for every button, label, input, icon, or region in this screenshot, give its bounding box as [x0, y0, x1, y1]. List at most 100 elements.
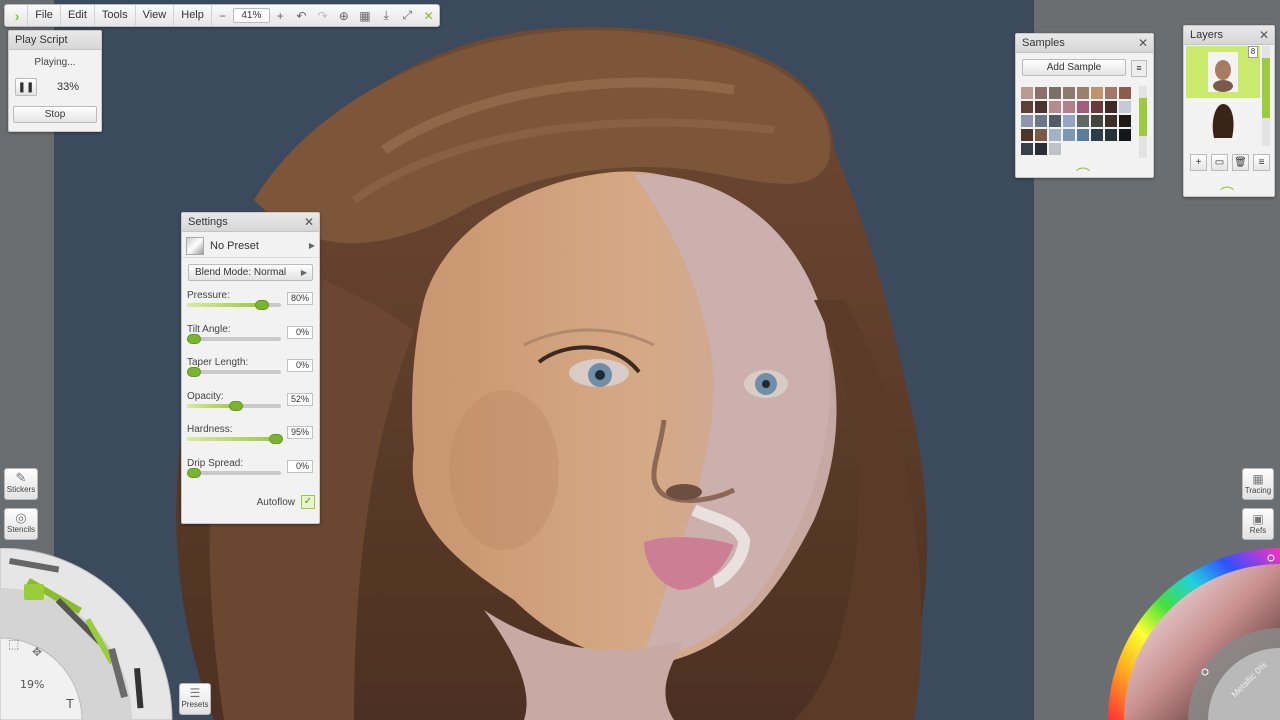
text-tool-icon[interactable]: T — [66, 696, 74, 711]
panel-grip-icon[interactable]: ︵ — [1220, 174, 1234, 194]
pause-button[interactable]: ❚❚ — [15, 78, 37, 96]
color-swatch[interactable] — [1034, 114, 1048, 128]
zoom-in-button[interactable]: + — [270, 5, 291, 26]
app-logo-icon[interactable]: › — [7, 5, 29, 26]
add-sample-button[interactable]: Add Sample — [1022, 59, 1126, 76]
autoflow-checkbox[interactable]: ✓ — [301, 495, 315, 509]
color-swatch[interactable] — [1048, 128, 1062, 142]
color-swatch[interactable] — [1062, 100, 1076, 114]
blend-mode-button[interactable]: Blend Mode: Normal ▶ — [188, 264, 313, 281]
slider-value[interactable]: 0% — [287, 325, 313, 339]
preset-selector[interactable]: No Preset ▶ — [182, 234, 319, 258]
undo-icon[interactable]: ↶ — [291, 5, 312, 26]
samples-menu-icon[interactable]: ≡ — [1131, 60, 1147, 77]
slider-value[interactable]: 0% — [287, 359, 313, 372]
slider-knob[interactable] — [269, 434, 284, 444]
stop-button[interactable]: Stop — [13, 106, 97, 123]
color-swatch[interactable] — [1034, 128, 1048, 142]
hardness-slider[interactable]: Hardness: 95% — [182, 423, 319, 457]
color-swatch[interactable] — [1118, 100, 1132, 114]
download-icon[interactable]: ⤓ — [376, 5, 397, 26]
color-swatch[interactable] — [1090, 86, 1104, 100]
slider-value[interactable]: 95% — [287, 426, 313, 439]
slider-track[interactable] — [187, 300, 281, 310]
color-swatch[interactable] — [1090, 114, 1104, 128]
color-swatch[interactable] — [1076, 100, 1090, 114]
color-swatch[interactable] — [1020, 128, 1034, 142]
tracing-button[interactable]: ▦ Tracing — [1242, 468, 1274, 500]
pressure-slider[interactable]: Pressure: 80% — [182, 289, 319, 323]
color-swatch[interactable] — [1118, 86, 1132, 100]
menu-edit[interactable]: Edit — [61, 5, 95, 26]
color-swatch[interactable] — [1048, 114, 1062, 128]
color-swatch[interactable] — [1104, 114, 1118, 128]
lock-icon[interactable]: 8 — [1248, 46, 1258, 58]
slider-knob[interactable] — [228, 400, 243, 411]
slider-track[interactable] — [187, 434, 284, 444]
slider-track[interactable] — [187, 400, 281, 411]
color-swatch[interactable] — [1076, 114, 1090, 128]
color-swatch[interactable] — [1090, 100, 1104, 114]
color-swatch[interactable] — [1104, 86, 1118, 100]
color-swatch[interactable] — [1034, 142, 1048, 156]
slider-value[interactable]: 0% — [287, 459, 313, 473]
redo-icon[interactable]: ↷ — [312, 5, 333, 26]
transform-tool-icon[interactable]: ✥ — [32, 645, 42, 659]
close-icon[interactable]: ✕ — [1138, 34, 1148, 53]
color-swatch[interactable] — [1062, 128, 1076, 142]
scroll-thumb[interactable] — [1139, 98, 1147, 136]
slider-track[interactable] — [187, 367, 281, 377]
collapse-icon[interactable]: ✕ — [418, 5, 439, 26]
color-swatch[interactable] — [1048, 142, 1062, 156]
color-swatch[interactable] — [1104, 100, 1118, 114]
menu-help[interactable]: Help — [174, 5, 212, 26]
drip-spread-slider[interactable]: Drip Spread: 0% — [182, 457, 319, 491]
zoom-level[interactable]: 41% — [233, 8, 270, 23]
refs-button[interactable]: ▣ Refs — [1242, 508, 1274, 540]
color-swatch[interactable] — [1076, 86, 1090, 100]
layer-menu-icon[interactable]: ≡ — [1253, 154, 1270, 171]
slider-knob[interactable] — [187, 367, 201, 377]
panel-grip-icon[interactable]: ︵ — [1076, 155, 1090, 175]
slider-knob[interactable] — [187, 333, 201, 344]
add-layer-icon[interactable]: + — [1190, 154, 1207, 171]
color-swatch[interactable] — [1020, 86, 1034, 100]
color-swatch[interactable] — [1062, 114, 1076, 128]
color-swatch[interactable] — [1020, 114, 1034, 128]
layer-item-hair[interactable] — [1186, 98, 1260, 142]
color-swatch[interactable] — [1090, 128, 1104, 142]
color-swatch[interactable] — [1118, 128, 1132, 142]
scroll-thumb[interactable] — [1262, 58, 1270, 118]
close-icon[interactable]: ✕ — [304, 213, 314, 232]
trash-icon[interactable]: 🗑 — [1232, 154, 1249, 171]
color-swatch[interactable] — [1034, 100, 1048, 114]
stencils-button[interactable]: ◎ Stencils — [4, 508, 38, 540]
autoflow-toggle[interactable]: Autoflow ✓ — [257, 495, 315, 509]
color-swatch[interactable] — [1020, 100, 1034, 114]
stickers-button[interactable]: ✎ Stickers — [4, 468, 38, 500]
color-swatch[interactable] — [1062, 86, 1076, 100]
menu-tools[interactable]: Tools — [95, 5, 136, 26]
selection-icon[interactable]: ⬚ — [8, 637, 19, 651]
color-swatch[interactable] — [1118, 114, 1132, 128]
grid-icon[interactable]: ▦ — [354, 5, 375, 26]
color-swatch[interactable] — [1076, 128, 1090, 142]
fullscreen-icon[interactable]: ⤢ — [397, 5, 418, 26]
slider-track[interactable] — [187, 467, 281, 478]
transform-icon[interactable]: ⊕ — [333, 5, 354, 26]
samples-scrollbar[interactable] — [1139, 86, 1147, 158]
color-swatch[interactable] — [1020, 142, 1034, 156]
color-swatch[interactable] — [1034, 86, 1048, 100]
slider-value[interactable]: 52% — [287, 392, 313, 406]
taper-length-slider[interactable]: Taper Length: 0% — [182, 356, 319, 390]
color-picker[interactable]: Metallic 0% — [1105, 548, 1280, 720]
layers-scrollbar[interactable] — [1262, 46, 1270, 146]
color-swatch[interactable] — [1048, 100, 1062, 114]
tilt-angle-slider[interactable]: Tilt Angle: 0% — [182, 323, 319, 357]
close-icon[interactable]: ✕ — [1259, 26, 1269, 45]
presets-button[interactable]: ☰ Presets — [179, 683, 211, 715]
slider-knob[interactable] — [255, 300, 270, 310]
zoom-out-button[interactable]: − — [212, 5, 233, 26]
slider-value[interactable]: 80% — [287, 292, 313, 305]
slider-knob[interactable] — [187, 467, 201, 478]
